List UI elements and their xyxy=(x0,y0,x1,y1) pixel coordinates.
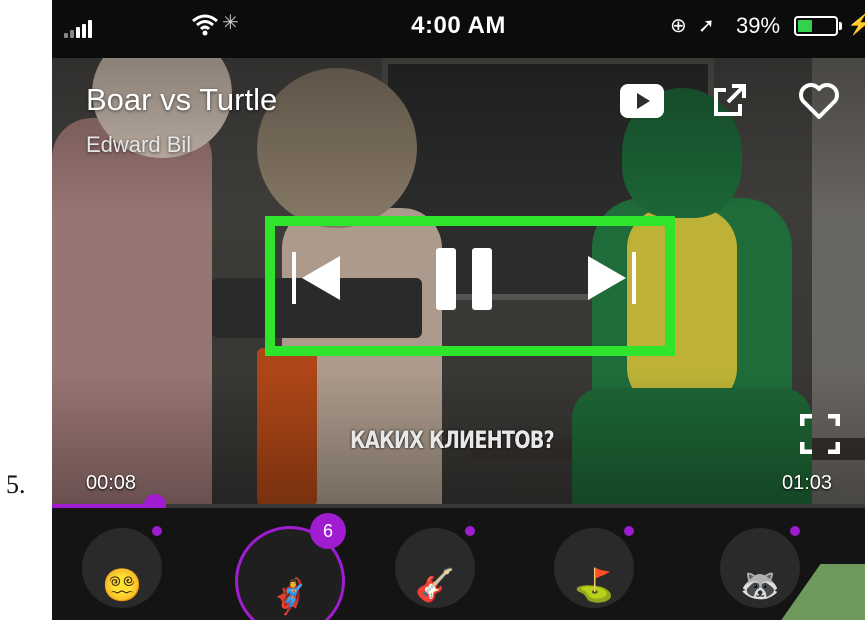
youtube-icon[interactable] xyxy=(620,84,664,118)
phone-screen: ✳ 4:00 AM ⊕ ➚ 39% ⚡ КАКИХ КЛИЕНТОВ? Boar… xyxy=(52,0,865,620)
chip-golf-flag[interactable]: ⛳ xyxy=(554,526,634,608)
next-track-icon[interactable] xyxy=(584,250,636,306)
unread-dot xyxy=(152,526,162,536)
count-badge: 6 xyxy=(310,513,346,549)
status-bar: ✳ 4:00 AM ⊕ ➚ 39% ⚡ xyxy=(52,0,865,58)
category-tray: 😵‍💫 6 🦸‍♂️ 🎸 ⛳ 🦝 xyxy=(52,508,865,620)
location-icon: ➚ xyxy=(698,15,715,37)
dizzy-face-icon: 😵‍💫 xyxy=(102,567,142,603)
chip-guitar[interactable]: 🎸 xyxy=(395,526,475,608)
orientation-lock-icon: ⊕ xyxy=(670,15,687,37)
video-title: Boar vs Turtle xyxy=(86,82,278,117)
current-time: 00:08 xyxy=(86,472,137,494)
guitar-icon: 🎸 xyxy=(415,567,455,603)
video-author: Edward Bil xyxy=(86,132,192,157)
battery-icon xyxy=(794,16,838,36)
unread-dot xyxy=(790,526,800,536)
charging-icon: ⚡ xyxy=(847,14,865,36)
unread-dot xyxy=(624,526,634,536)
chip-raccoon[interactable]: 🦝 xyxy=(720,526,800,608)
pause-icon[interactable] xyxy=(436,248,492,310)
raccoon-icon: 🦝 xyxy=(740,567,780,603)
chip-superhero[interactable]: 6 🦸‍♂️ xyxy=(235,513,346,620)
total-time: 01:03 xyxy=(782,472,833,494)
unread-dot xyxy=(465,526,475,536)
share-icon[interactable] xyxy=(710,80,750,120)
golf-flag-icon: ⛳ xyxy=(574,567,614,603)
heart-icon[interactable] xyxy=(798,82,840,120)
superhero-icon: 🦸‍♂️ xyxy=(268,578,312,616)
previous-track-icon[interactable] xyxy=(292,250,344,306)
battery-percent: 39% xyxy=(736,13,781,38)
step-number: 5. xyxy=(6,470,26,499)
video-subtitle: КАКИХ КЛИЕНТОВ? xyxy=(350,426,555,454)
video-player[interactable]: КАКИХ КЛИЕНТОВ? Boar vs Turtle Edward Bi… xyxy=(52,58,865,506)
battery-tip xyxy=(839,22,842,30)
fullscreen-icon[interactable] xyxy=(800,414,840,454)
chip-dizzy-face[interactable]: 😵‍💫 xyxy=(82,526,162,608)
